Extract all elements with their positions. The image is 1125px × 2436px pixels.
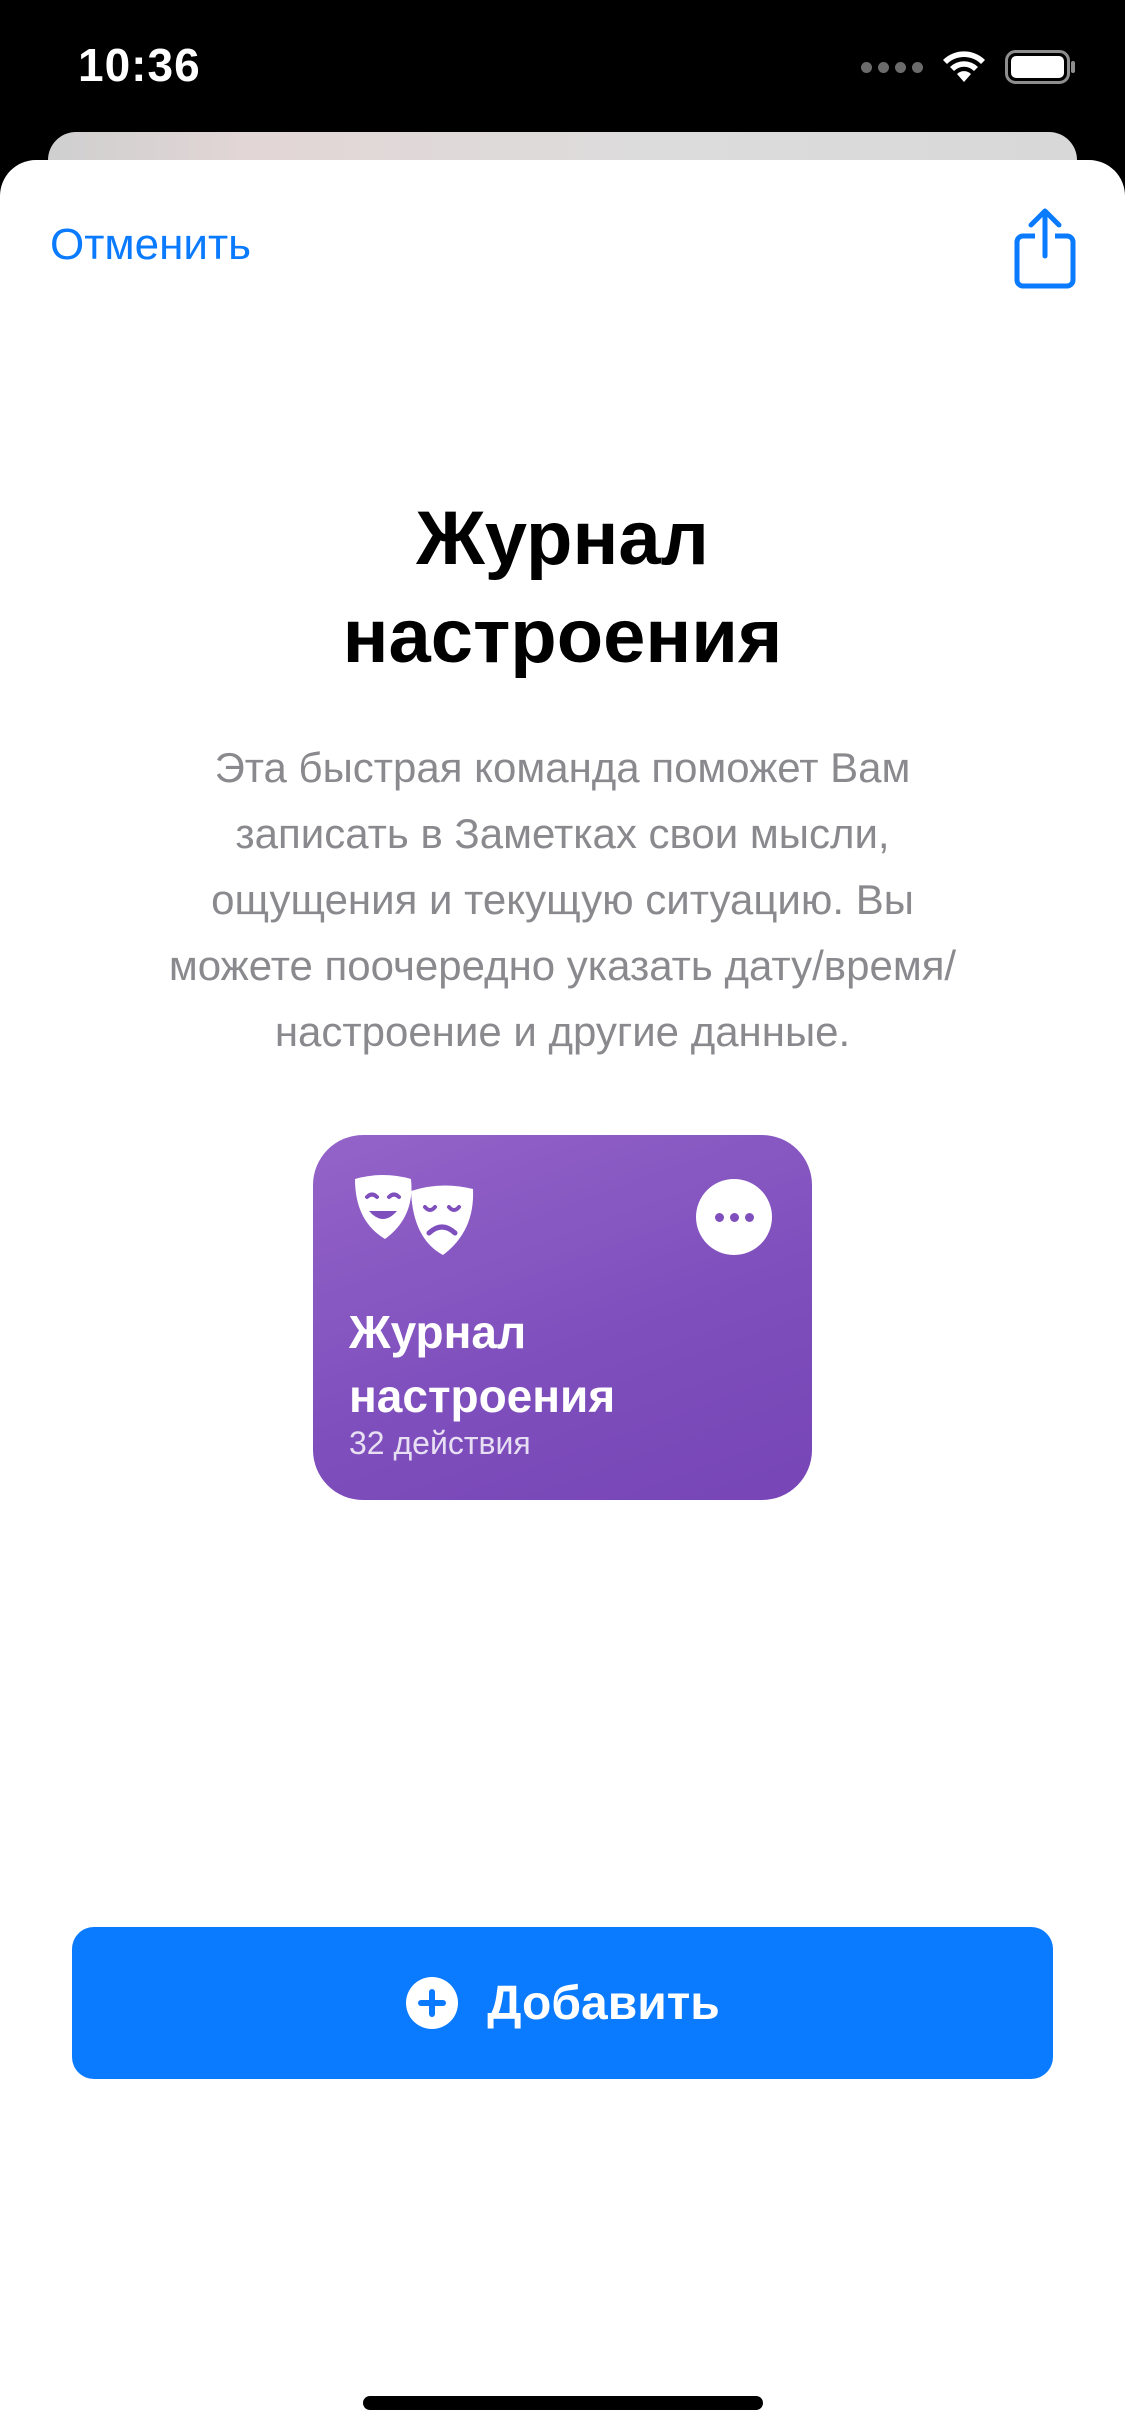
description-line: Эта быстрая команда поможет Вам	[214, 744, 911, 791]
screen: 10:36 Отменить Журнал настроения Эта быс…	[0, 0, 1125, 2436]
title-line-2: настроения	[342, 594, 783, 679]
status-icons	[861, 50, 1077, 84]
cellular-signal-icon	[861, 61, 923, 73]
add-button-label: Добавить	[487, 1976, 720, 2030]
add-shortcut-sheet: Отменить Журнал настроения Эта быстрая к…	[0, 160, 1125, 2436]
description-line: записать в Заметках свои мысли,	[235, 810, 890, 857]
status-bar: 10:36	[0, 0, 1125, 135]
status-time: 10:36	[78, 39, 201, 91]
shortcut-tile[interactable]: Журнал настроения 32 действия	[313, 1135, 812, 1500]
description-line: настроение и другие данные.	[274, 1008, 851, 1055]
wifi-icon	[943, 51, 985, 82]
plus-circle-icon	[406, 1977, 459, 2029]
shortcut-description: Эта быстрая команда поможет Вам записать…	[60, 735, 1065, 1065]
description-line: можете поочередно указать дату/время/	[168, 942, 957, 989]
actions-count: 32 действия	[349, 1425, 531, 1461]
shortcut-name-line-2: настроения	[349, 1370, 616, 1422]
battery-icon	[1005, 50, 1075, 84]
title-line-1: Журнал	[416, 496, 709, 581]
home-indicator[interactable]	[363, 2396, 763, 2410]
page-title: Журнал настроения	[0, 490, 1125, 686]
cancel-button[interactable]: Отменить	[50, 220, 251, 270]
shortcut-name: Журнал настроения	[349, 1300, 789, 1428]
shortcut-name-line-1: Журнал	[349, 1306, 527, 1358]
more-icon[interactable]	[696, 1179, 772, 1255]
share-icon[interactable]	[1013, 206, 1077, 290]
description-line: ощущения и текущую ситуацию. Вы	[211, 876, 914, 923]
theater-masks-icon	[355, 1175, 474, 1255]
add-button[interactable]: Добавить	[72, 1927, 1053, 2079]
